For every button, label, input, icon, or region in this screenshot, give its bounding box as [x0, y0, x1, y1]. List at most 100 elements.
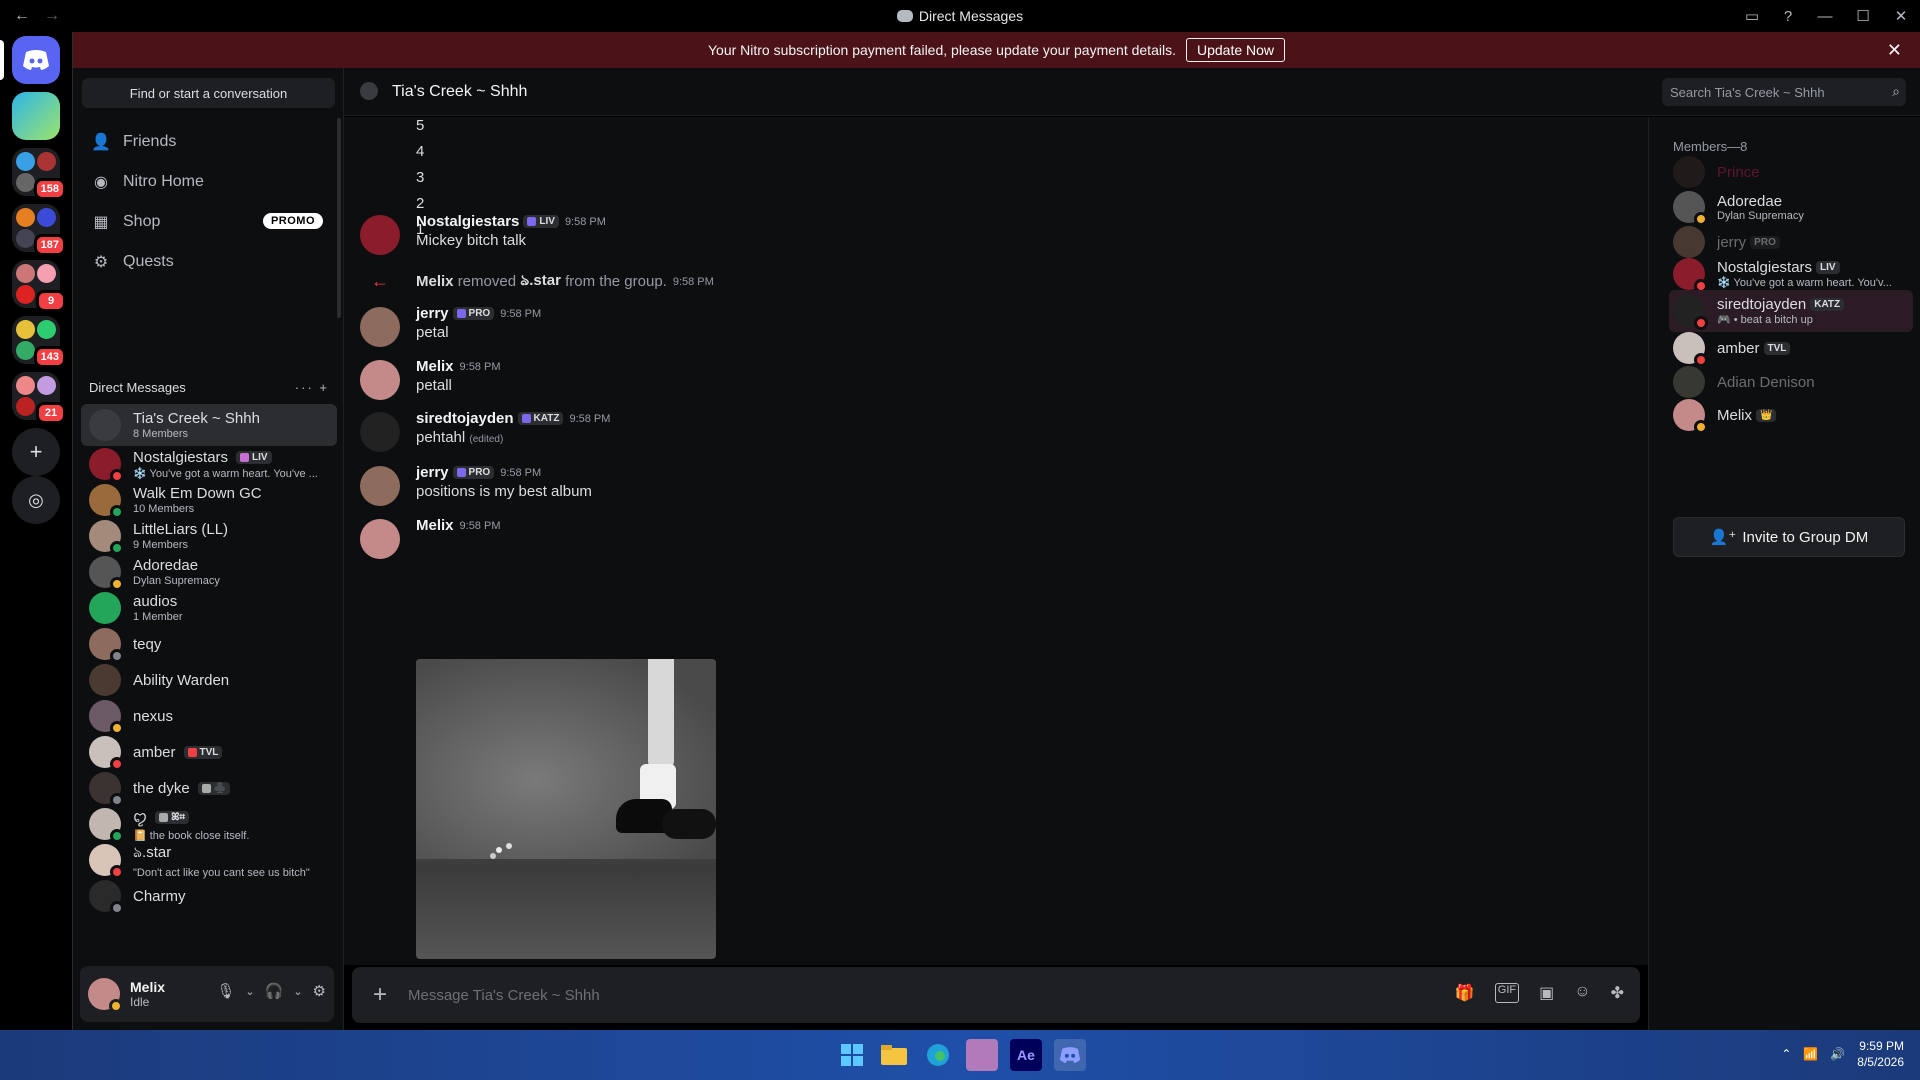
gif-icon[interactable]: GIF [1494, 983, 1520, 1003]
more-icon[interactable]: ··· [295, 380, 314, 395]
guild-tag[interactable]: LIV [523, 215, 559, 228]
dm-name: audios [133, 593, 178, 610]
apps-icon[interactable]: ✤ [1611, 983, 1624, 1003]
chevron-down-icon[interactable]: ⌄ [293, 985, 302, 998]
guild-tag[interactable]: KATZ [517, 412, 564, 425]
server-icon-dw[interactable] [12, 92, 60, 140]
sticker-icon[interactable]: ▣ [1539, 983, 1554, 1003]
wifi-icon[interactable]: 📶 [1803, 1047, 1818, 1061]
microphone-icon[interactable]: 🎙 [216, 982, 235, 1000]
avatar [1673, 399, 1708, 434]
scrollbar[interactable] [337, 118, 341, 318]
windows-start-icon[interactable] [836, 1039, 868, 1071]
headphones-icon[interactable]: 🎧 [265, 982, 284, 1000]
server-folder-4[interactable]: 143 [12, 316, 66, 368]
avatar[interactable] [360, 466, 400, 506]
guild-tag[interactable]: PRO [452, 466, 495, 479]
dm-item[interactable]: ঌ.star "Don't act like you cant see us bi… [81, 842, 337, 879]
maximize-button[interactable]: ☐ [1844, 0, 1882, 32]
after-effects-icon[interactable]: Ae [1010, 1039, 1042, 1071]
timestamp: 9:58 PM [564, 215, 606, 228]
message-author[interactable]: Nostalgiestars [416, 213, 519, 230]
inbox-icon[interactable]: ▭ [1734, 0, 1770, 32]
search-input[interactable]: Search Tia's Creek ~ Shhh ⌕ [1662, 78, 1906, 106]
clock[interactable]: 9:59 PM 8/5/2026 [1857, 1038, 1904, 1070]
avatar[interactable] [360, 215, 400, 255]
dm-item[interactable]: audios 1 Member [81, 590, 337, 626]
dm-subtitle: 10 Members [133, 503, 195, 515]
upload-plus-button[interactable]: + [352, 981, 408, 1009]
guild-tag: TVL [183, 745, 223, 759]
find-conversation-button[interactable]: Find or start a conversation [82, 78, 335, 108]
avatar [1673, 156, 1705, 188]
dm-item[interactable]: Nostalgiestars LIV ❄️ You've got a warm he… [81, 446, 337, 483]
nav-shop[interactable]: ▦ Shop PROMO [81, 202, 331, 242]
dm-item[interactable]: teqy [81, 626, 337, 663]
emoji-icon[interactable]: ☺ [1574, 983, 1590, 1003]
discover-icon[interactable]: ◎ [12, 476, 60, 524]
avatar[interactable] [360, 360, 400, 400]
member-name: amber [1717, 339, 1760, 357]
member-item[interactable]: Nostalgiestars LIV ❄️ You've got a warm he… [1673, 253, 1917, 295]
guild-tag-icon [159, 812, 169, 822]
dm-item[interactable]: Walk Em Down GC 10 Members [81, 482, 337, 519]
dm-item[interactable]: Adoredae Dylan Supremacy [81, 554, 337, 591]
message-author[interactable]: siredtojayden [416, 410, 514, 427]
avatar[interactable] [360, 307, 400, 347]
image-attachment[interactable] [416, 659, 716, 959]
dm-item[interactable]: the dyke ♣️ [81, 770, 337, 807]
back-arrow-icon[interactable]: ← [14, 7, 30, 25]
status-dot [110, 577, 124, 591]
dm-item[interactable]: ꨄ︎ ꕤ⌗ 📔 the book close itself. [81, 806, 337, 843]
create-dm-icon[interactable]: + [319, 380, 329, 395]
dm-item[interactable]: nexus [81, 698, 337, 735]
help-icon[interactable]: ? [1770, 0, 1806, 32]
home-button[interactable] [12, 36, 60, 84]
message-author[interactable]: Melix [416, 517, 454, 534]
avatar[interactable] [360, 519, 400, 559]
message-line: 2 [416, 195, 425, 212]
guild-tag[interactable]: PRO [452, 307, 495, 320]
dm-item[interactable]: Tia's Creek ~ Shhh 8 Members [81, 404, 337, 446]
edge-browser-icon[interactable] [922, 1039, 954, 1071]
user-status: Idle [130, 995, 150, 1009]
discord-taskbar-icon[interactable] [1054, 1039, 1086, 1071]
add-server-button[interactable]: + [12, 428, 60, 476]
minimize-button[interactable]: — [1806, 0, 1844, 32]
server-folder-2[interactable]: 187 [12, 204, 66, 256]
left-arrow-icon: ← [371, 271, 389, 291]
system-tray: ⌃ 📶 🔊 9:59 PM 8/5/2026 [1781, 1038, 1904, 1070]
dm-item[interactable]: Ability Warden [81, 662, 337, 698]
server-folder-5[interactable]: 21 [12, 372, 66, 424]
close-icon[interactable]: ✕ [1887, 40, 1902, 61]
file-explorer-icon[interactable] [878, 1039, 910, 1071]
chevron-up-icon[interactable]: ⌃ [1781, 1047, 1791, 1061]
member-item[interactable]: Melix 👑 [1673, 394, 1917, 436]
message-author[interactable]: jerry [416, 305, 449, 322]
nav-friends[interactable]: 👤 Friends [81, 122, 331, 162]
dm-item[interactable]: LittleLiars (LL) 9 Members [81, 518, 337, 555]
nav-quests[interactable]: ⚙ Quests [81, 242, 331, 282]
message-author[interactable]: jerry [416, 464, 449, 481]
volume-icon[interactable]: 🔊 [1830, 1047, 1845, 1061]
member-item[interactable]: siredtojayden KATZ 🎮 • beat a bitch up [1669, 290, 1913, 332]
close-window-button[interactable]: ✕ [1882, 0, 1920, 32]
update-now-button[interactable]: Update Now [1185, 38, 1286, 62]
avatar[interactable] [360, 412, 400, 452]
forward-arrow-icon[interactable]: → [44, 7, 60, 25]
invite-to-group-dm-button[interactable]: 👤⁺ Invite to Group DM [1673, 517, 1905, 557]
dm-item[interactable]: Charmy [81, 878, 337, 915]
chevron-down-icon[interactable]: ⌄ [245, 985, 254, 998]
settings-gear-icon[interactable]: ⚙ [313, 982, 326, 1000]
server-folder-3[interactable]: 9 [12, 260, 66, 312]
server-folder-1[interactable]: 158 [12, 148, 66, 200]
message-input[interactable]: Message Tia's Creek ~ Shhh [408, 987, 600, 1004]
dm-item[interactable]: amber TVL [81, 734, 337, 771]
nav-nitro-home[interactable]: ◉ Nitro Home [81, 162, 331, 202]
message-author[interactable]: Melix [416, 358, 454, 375]
member-list: Members—8 Prince Adoredae Dylan Supremacy j… [1648, 117, 1920, 1030]
gift-icon[interactable]: 🎁 [1455, 983, 1475, 1003]
avatar[interactable] [88, 978, 123, 1013]
window-title: Direct Messages [0, 8, 1920, 24]
photo-app-icon[interactable] [966, 1039, 998, 1071]
